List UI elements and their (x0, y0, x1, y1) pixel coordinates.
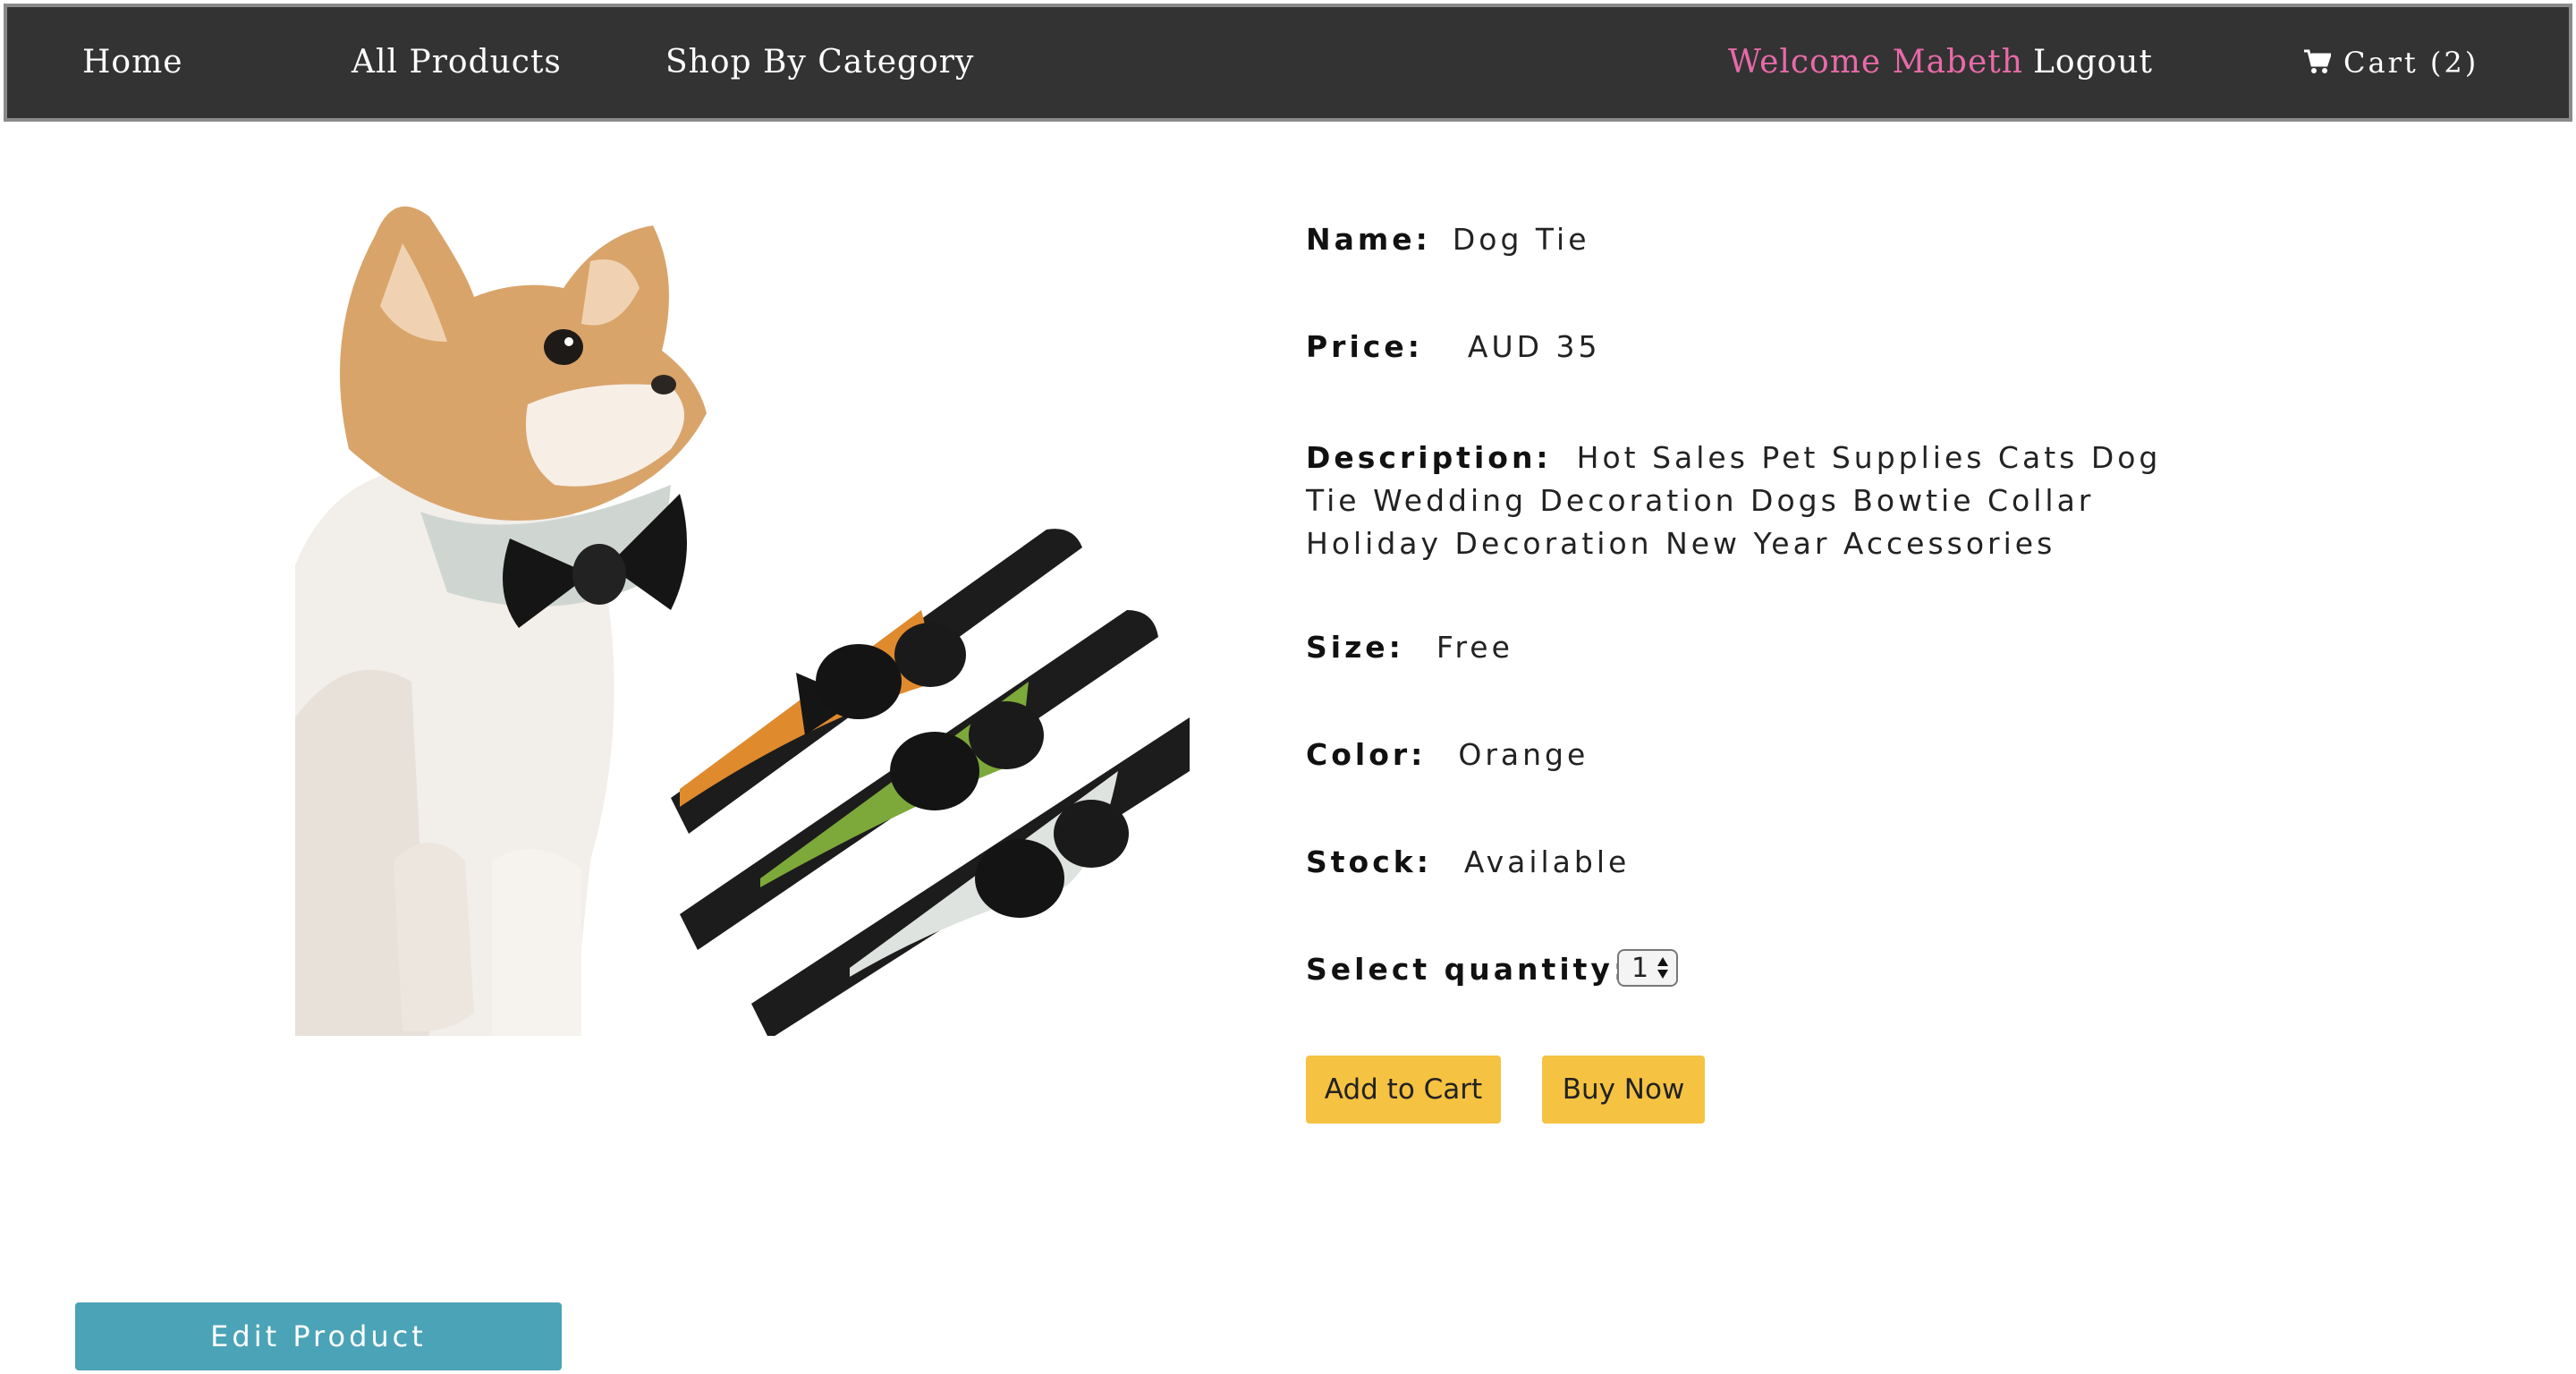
top-navbar: Home All Products Shop By Category Welco… (4, 4, 2572, 122)
cart-label: Cart (2) (2343, 46, 2479, 80)
stock-label: Stock: (1306, 844, 1432, 879)
quantity-row: Select quantity: 1 (1306, 949, 1678, 987)
nav-shop-by-category-link[interactable]: Shop By Category (665, 7, 974, 118)
product-name-row: Name: Dog Tie (1306, 222, 1590, 257)
quantity-label: Select quantity: (1306, 952, 1630, 987)
logout-link[interactable]: Logout (2033, 7, 2153, 118)
product-size-row: Size: Free (1306, 630, 1513, 665)
dog-with-bow-ties-illustration (295, 206, 1190, 1039)
price-label: Price: (1306, 329, 1423, 364)
size-label: Size: (1306, 630, 1404, 665)
product-size: Free (1436, 630, 1513, 665)
color-label: Color: (1306, 737, 1427, 772)
name-label: Name: (1306, 222, 1431, 257)
shopping-cart-icon (2304, 49, 2331, 73)
product-color-row: Color: Orange (1306, 737, 1589, 772)
quantity-value: 1 (1631, 953, 1649, 984)
product-image (295, 181, 1190, 1039)
quantity-stepper[interactable]: 1 (1617, 949, 1678, 987)
product-name: Dog Tie (1452, 222, 1590, 257)
add-to-cart-button[interactable]: Add to Cart (1306, 1056, 1501, 1124)
product-description-row: Description: Hot Sales Pet Supplies Cats … (1306, 437, 2200, 565)
cart-link[interactable]: Cart (2) (2304, 7, 2479, 118)
stepper-arrows-icon[interactable] (1657, 956, 1669, 980)
description-label: Description: (1306, 440, 1552, 475)
nav-all-products-link[interactable]: All Products (352, 7, 562, 118)
product-stock: Available (1463, 844, 1631, 879)
edit-product-button[interactable]: Edit Product (75, 1302, 562, 1370)
product-stock-row: Stock: Available (1306, 844, 1630, 879)
nav-home-link[interactable]: Home (82, 7, 183, 118)
welcome-user-text: Welcome Mabeth (1728, 44, 2023, 81)
product-price: AUD 35 (1467, 329, 1601, 364)
buy-now-button[interactable]: Buy Now (1542, 1056, 1705, 1124)
product-color: Orange (1458, 737, 1589, 772)
product-price-row: Price: AUD 35 (1306, 329, 1601, 364)
